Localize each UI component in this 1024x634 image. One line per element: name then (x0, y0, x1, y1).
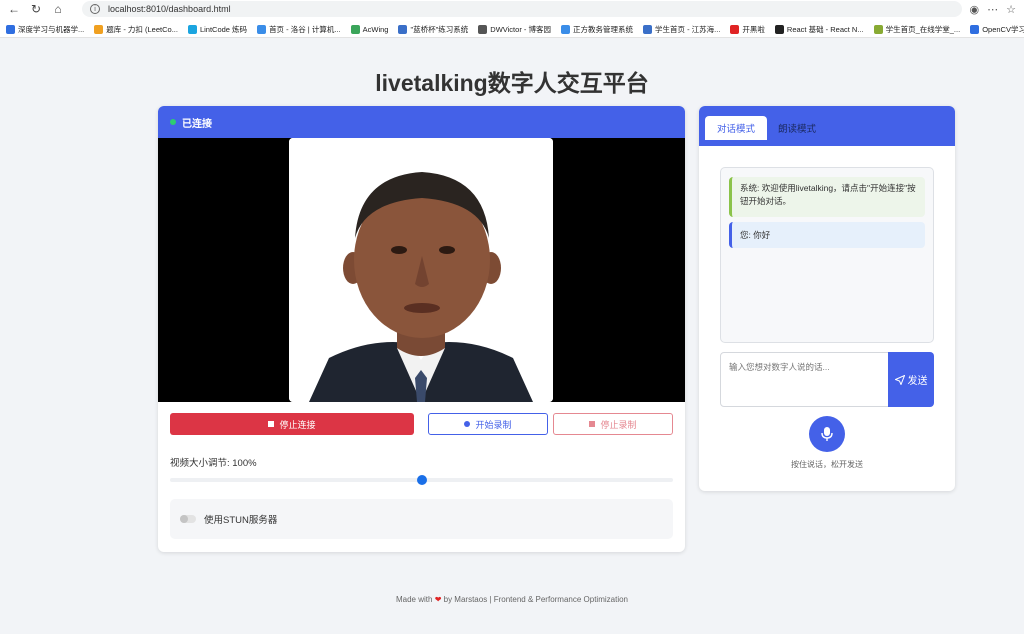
stun-toggle[interactable] (180, 515, 196, 523)
status-dot-icon (170, 119, 176, 125)
send-label: 发送 (907, 376, 928, 387)
bookmark-label: 开黑啦 (742, 24, 765, 34)
bookmark-label: React 基础 - React N... (786, 24, 864, 34)
bookmark-favicon-icon (730, 24, 740, 34)
stop-connect-label: 停止连接 (279, 419, 316, 430)
record-dot-icon (464, 421, 471, 427)
bookmark-item[interactable]: 首页 - 洛谷 | 计算机... (257, 24, 341, 35)
page-footer: Made with ❤ by Marstaos | Frontend & Per… (0, 595, 1024, 604)
browser-navbar: ← ↻ ⌂ i localhost:8010/dashboard.html ◉ … (0, 0, 1024, 18)
star-icon[interactable]: ☆ (1006, 3, 1016, 16)
bookmark-label: "蓝桥杯"练习系统 (410, 24, 469, 34)
stun-option: 使用STUN服务器 (170, 499, 673, 539)
video-panel: 已连接 停止连接 开始录制 停止录制 视频大小调节: 100% 使用STUN服务… (158, 106, 685, 552)
chat-tabs-header: 对话模式 朗读模式 (699, 106, 955, 146)
video-size-label: 视频大小调节: 100% (170, 458, 257, 469)
digital-human-video (289, 138, 553, 402)
translate-icon[interactable]: ◉ (970, 3, 980, 16)
tab-read-mode[interactable]: 朗读模式 (771, 116, 823, 140)
bookmark-item[interactable]: DWVictor - 博客园 (478, 24, 551, 35)
voice-hint: 按住说话，松开发送 (791, 460, 863, 469)
bookmark-favicon-icon (6, 24, 15, 34)
bookmark-favicon-icon (560, 24, 570, 34)
bookmark-label: 题库 - 力扣 (LeetCo... (106, 24, 178, 34)
chat-messages: 系统: 欢迎使用livetalking，请点击"开始连接"按钮开始对话。 您: … (720, 167, 934, 343)
bookmark-favicon-icon (970, 24, 980, 34)
bookmark-item[interactable]: 开黑啦 (730, 24, 765, 35)
start-record-label: 开始录制 (475, 419, 512, 430)
back-icon[interactable]: ← (6, 1, 22, 17)
reload-icon[interactable]: ↻ (28, 1, 44, 17)
video-size-slider[interactable] (170, 475, 673, 485)
stop-record-label: 停止录制 (600, 419, 637, 430)
chat-panel: 对话模式 朗读模式 系统: 欢迎使用livetalking，请点击"开始连接"按… (699, 106, 955, 491)
address-url: localhost:8010/dashboard.html (108, 4, 231, 14)
avatar-illustration (289, 138, 553, 402)
bookmark-label: LintCode 炼码 (199, 24, 248, 34)
send-button[interactable]: 发送 (888, 352, 934, 407)
control-buttons: 停止连接 开始录制 停止录制 (170, 413, 673, 435)
bookmarks-bar: 深度学习与机器学... 题库 - 力扣 (LeetCo... LintCode 炼码… (0, 21, 1024, 37)
video-area (158, 138, 685, 402)
bookmark-item[interactable]: "蓝桥杯"练习系统 (398, 24, 468, 35)
stop-connect-button[interactable]: 停止连接 (170, 413, 414, 435)
bookmark-favicon-icon (642, 24, 652, 34)
browser-chrome: ← ↻ ⌂ i localhost:8010/dashboard.html ◉ … (0, 0, 1024, 38)
bookmark-favicon-icon (873, 24, 883, 34)
bookmark-favicon-icon (350, 24, 360, 34)
connection-status: 已连接 (182, 118, 212, 130)
footer-credits: by Marstaos | Frontend & Performance Opt… (443, 595, 628, 604)
bookmark-label: 正方教务管理系统 (572, 24, 633, 34)
stop-record-square-icon (589, 421, 596, 427)
address-bar[interactable]: i localhost:8010/dashboard.html (82, 1, 962, 17)
bookmark-label: 深度学习与机器学... (18, 24, 85, 34)
browser-right-icons: ◉ ⋯ ☆ (970, 1, 1016, 17)
stop-record-button[interactable]: 停止录制 (553, 413, 673, 435)
bookmark-item[interactable]: React 基础 - React N... (774, 24, 864, 35)
stun-toggle-knob (180, 515, 188, 523)
bookmark-item[interactable]: 题库 - 力扣 (LeetCo... (94, 24, 178, 35)
message-input-group: 发送 (720, 352, 934, 407)
bookmark-label: 学生首页 - 江苏海... (654, 24, 721, 34)
bookmark-label: AcWing (362, 24, 389, 34)
start-record-button[interactable]: 开始录制 (428, 413, 548, 435)
system-message: 系统: 欢迎使用livetalking，请点击"开始连接"按钮开始对话。 (729, 177, 925, 217)
message-input[interactable] (720, 352, 889, 407)
bookmark-label: 首页 - 洛谷 | 计算机... (269, 24, 341, 34)
microphone-icon (821, 427, 833, 441)
bookmark-favicon-icon (478, 24, 488, 34)
footer-made-with: Made with (395, 595, 433, 604)
bookmark-item[interactable]: 学生首页_在线学堂_... (873, 24, 961, 35)
page-title: livetalking数字人交互平台 (375, 70, 649, 96)
bookmark-item[interactable]: 正方教务管理系统 (560, 24, 633, 35)
bookmark-favicon-icon (94, 24, 104, 34)
bookmark-favicon-icon (187, 24, 197, 34)
bookmark-favicon-icon (774, 24, 784, 34)
more-icon[interactable]: ⋯ (987, 3, 998, 16)
bookmark-item[interactable]: 学生首页 - 江苏海... (642, 24, 721, 35)
bookmark-favicon-icon (257, 24, 267, 34)
info-icon[interactable]: i (90, 4, 100, 14)
stop-square-icon (268, 421, 275, 427)
video-size-slider-thumb[interactable] (416, 475, 427, 485)
bookmark-favicon-icon (398, 24, 408, 34)
bookmark-item[interactable]: OpenCV学习笔记 (... (970, 24, 1024, 35)
connection-header: 已连接 (158, 106, 685, 138)
user-message: 您: 你好 (729, 222, 925, 248)
send-icon (894, 374, 905, 385)
voice-record-button[interactable] (809, 416, 845, 452)
bookmark-item[interactable]: AcWing (350, 24, 389, 34)
bookmark-label: 学生首页_在线学堂_... (885, 24, 961, 34)
heart-icon: ❤ (434, 595, 442, 604)
bookmark-item[interactable]: 深度学习与机器学... (6, 24, 84, 35)
stun-label: 使用STUN服务器 (204, 515, 278, 526)
bookmark-label: DWVictor - 博客园 (490, 24, 551, 34)
bookmark-item[interactable]: LintCode 炼码 (187, 24, 248, 35)
tab-chat-mode[interactable]: 对话模式 (705, 116, 767, 140)
bookmark-label: OpenCV学习笔记 (... (982, 24, 1024, 34)
home-icon[interactable]: ⌂ (50, 1, 66, 17)
